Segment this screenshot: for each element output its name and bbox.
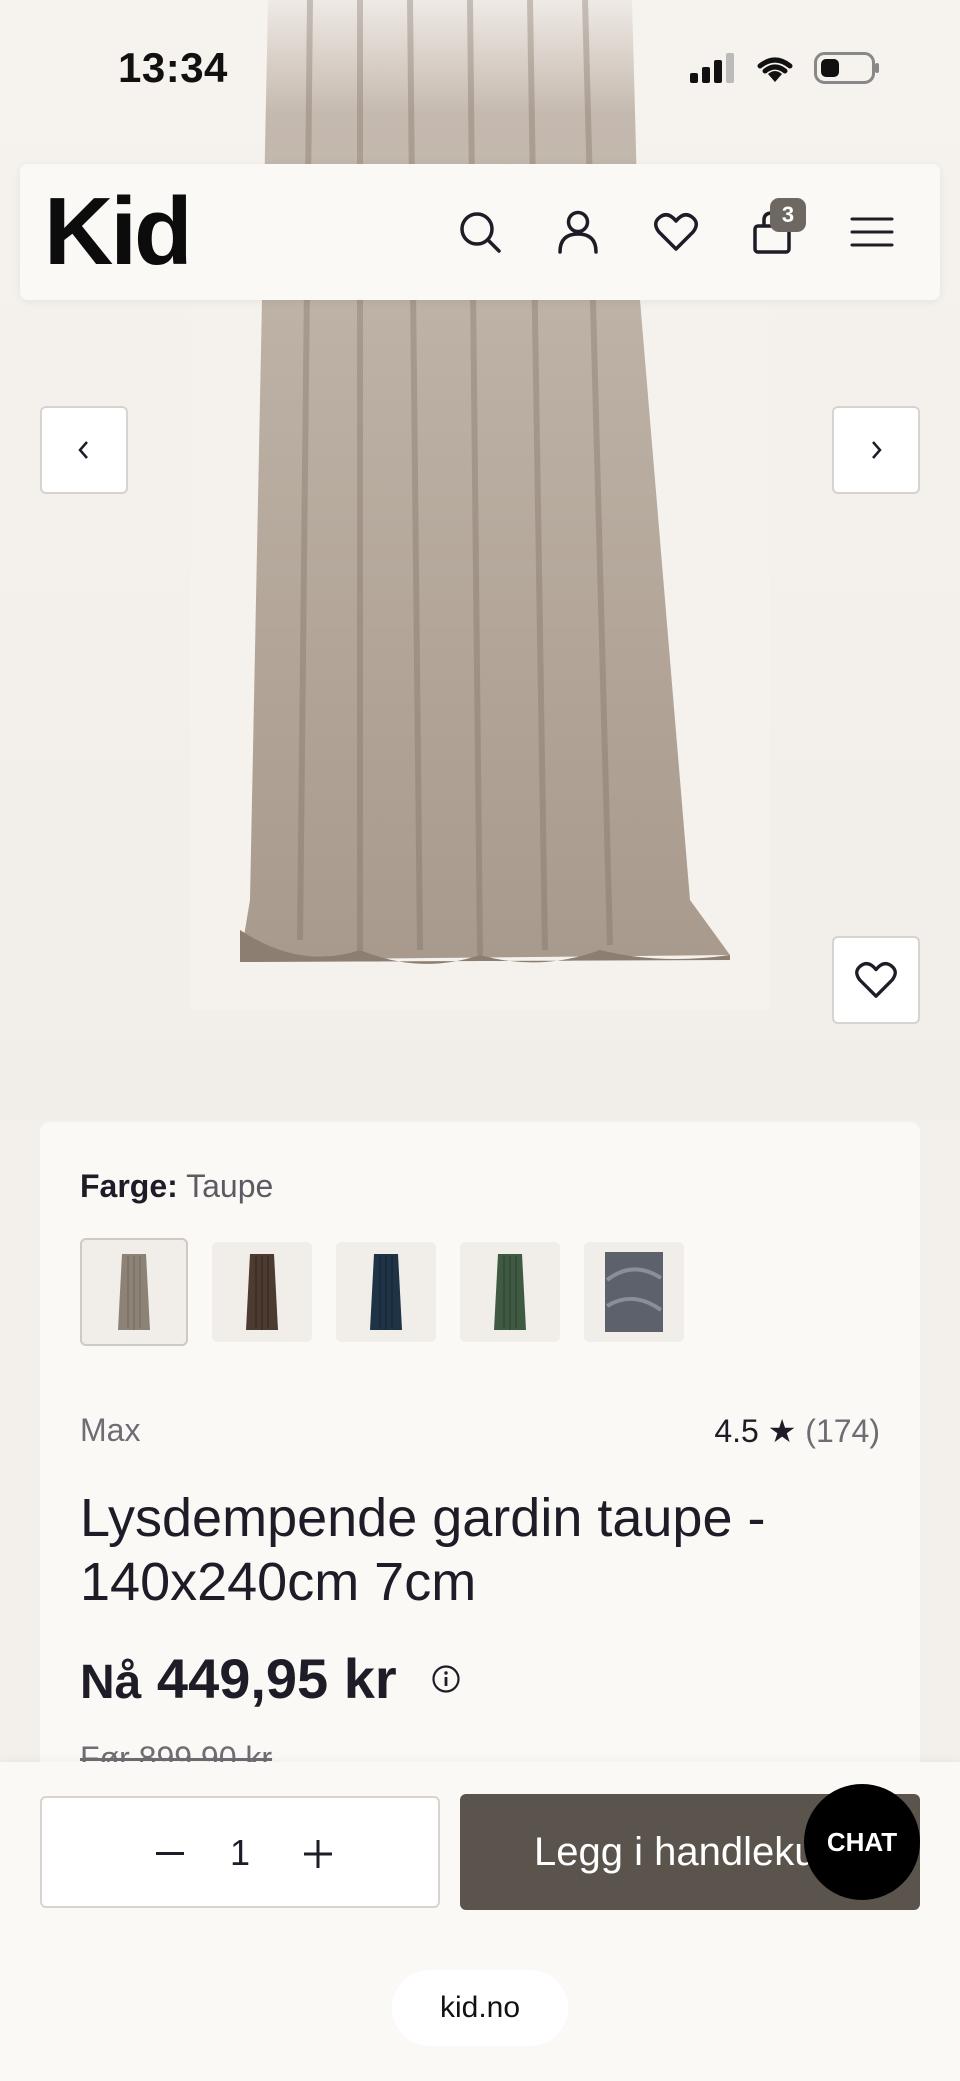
wifi-icon [757,57,793,82]
swatch-grey[interactable] [584,1242,684,1342]
color-label-key: Farge: [80,1168,178,1204]
cart-count-badge: 3 [770,198,806,232]
cart-icon[interactable]: 3 [744,198,806,260]
product-rating[interactable]: 4.5 ★ (174) [714,1412,880,1450]
wishlist-icon[interactable] [648,204,704,260]
account-icon[interactable] [550,204,606,260]
search-icon[interactable] [452,204,508,260]
quantity-stepper: 1 [40,1796,440,1908]
rating-value: 4.5 [714,1413,759,1449]
battery-icon [814,52,879,84]
price-now: Nå 449,95 kr [80,1646,397,1711]
chevron-left-icon [78,441,88,459]
product-title: Lysdempende gardin taupe - 140x240cm 7cm [80,1488,766,1612]
add-to-wishlist-button[interactable] [832,936,920,1024]
heart-icon [855,961,897,998]
kid-logo[interactable]: Kid [44,184,193,280]
swatch-navy[interactable] [336,1242,436,1342]
swatch-brown[interactable] [212,1242,312,1342]
increase-quantity-button[interactable] [290,1826,346,1882]
price-now-value: 449,95 kr [156,1647,397,1710]
swatch-taupe[interactable] [80,1238,188,1346]
price-now-label: Nå [80,1656,142,1709]
swatch-green[interactable] [460,1242,560,1342]
site-header: Kid 3 [20,164,940,300]
status-bar: 13:34 [0,0,960,140]
carousel-next-button[interactable] [832,406,920,494]
chat-button[interactable]: CHAT [804,1784,920,1900]
signal-icon [690,53,734,83]
star-icon: ★ [767,1413,797,1449]
product-brand[interactable]: Max [80,1412,140,1449]
menu-icon[interactable] [844,204,900,260]
plus-icon [304,1840,332,1868]
info-icon[interactable] [431,1664,461,1694]
review-count: (174) [805,1413,880,1449]
carousel-prev-button[interactable] [40,406,128,494]
price-row: Nå 449,95 kr [80,1646,461,1711]
chevron-right-icon [872,441,882,459]
color-swatches [80,1238,684,1346]
color-label-value: Taupe [186,1168,274,1204]
quantity-value[interactable]: 1 [42,1832,438,1874]
color-label: Farge: Taupe [80,1168,273,1205]
browser-url-bar[interactable]: kid.no [392,1970,568,2046]
status-time: 13:34 [118,44,228,91]
